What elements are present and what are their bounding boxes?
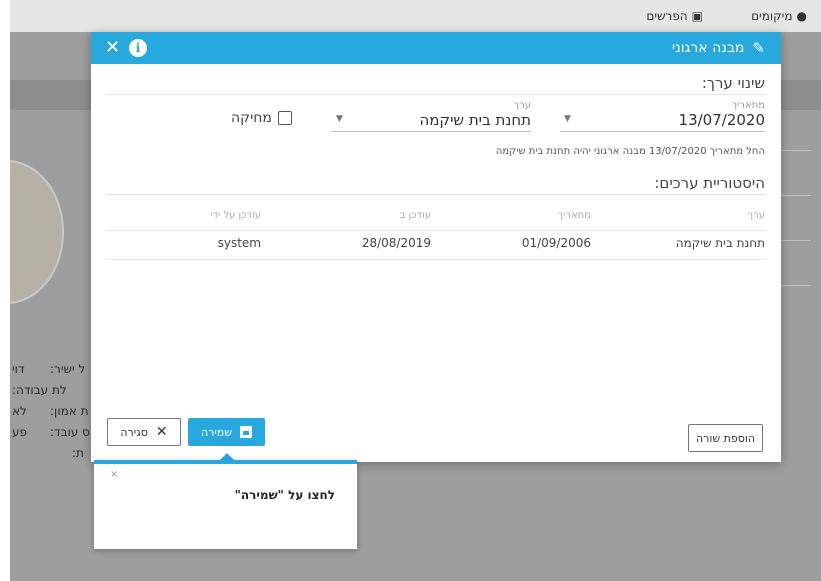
change-value-title: שינוי ערך: — [701, 74, 765, 92]
dialog-title-text: מבנה ארגוני — [672, 40, 745, 56]
popover-text: לחצו על "שמירה" — [234, 488, 335, 502]
chevron-down-icon[interactable]: ▼ — [564, 114, 571, 124]
topbar-link-differences[interactable]: ▣ הפרשים — [646, 9, 703, 23]
background-profile-photo — [10, 160, 64, 304]
value-label: ערך — [513, 100, 531, 111]
from-date-value: 13/07/2020 — [678, 111, 765, 129]
delete-checkbox-group[interactable]: מחיקה — [231, 110, 292, 126]
background-label: פע — [12, 425, 28, 439]
column-header-value: ערך — [747, 210, 765, 221]
divider — [106, 194, 766, 195]
background-label: דוי — [12, 362, 25, 376]
column-header-from-date: מתאריך — [557, 210, 591, 221]
topbar-link-locations[interactable]: ● מיקומים — [751, 9, 807, 23]
delete-checkbox[interactable] — [277, 111, 292, 125]
value-selected: תחנת בית שיקמה — [419, 111, 531, 129]
cell-from-date: 01/09/2006 — [521, 236, 591, 250]
close-icon: ✕ — [155, 424, 168, 440]
top-bar: ● מיקומים ▣ הפרשים — [10, 0, 821, 32]
effective-date-note: החל מתאריך 13/07/2020 מבנה ארגוני יהיה ת… — [495, 146, 765, 157]
org-structure-dialog: ✎ מבנה ארגוני ✕ i שינוי ערך: מתאריך 13/0… — [91, 32, 781, 462]
table-header-divider — [106, 230, 766, 231]
column-header-updated-at: עודכן ב — [399, 210, 431, 221]
save-label: שמירה — [200, 425, 233, 439]
close-button[interactable]: ✕ סגירה — [107, 418, 181, 446]
background-label: לת עבודה: — [12, 383, 67, 397]
add-row-button[interactable]: הוספת שורה — [688, 424, 763, 452]
background-label: ת אמון: — [50, 404, 89, 418]
add-row-label: הוספת שורה — [695, 431, 756, 445]
square-pen-icon: ▣ — [691, 9, 703, 23]
close-label: סגירה — [120, 425, 148, 439]
background-label: ת: — [72, 446, 84, 460]
dialog-header: ✎ מבנה ארגוני ✕ i — [91, 32, 781, 64]
cell-updated-by: system — [217, 236, 261, 250]
from-date-field[interactable]: מתאריך 13/07/2020 — [560, 100, 765, 132]
pencil-icon: ✎ — [752, 39, 765, 57]
chevron-down-icon[interactable]: ▼ — [336, 114, 343, 124]
background-label: וס עובד: — [50, 425, 94, 439]
history-title: היסטוריית ערכים: — [654, 174, 765, 192]
divider — [106, 94, 766, 95]
delete-label: מחיקה — [231, 110, 272, 126]
close-icon[interactable]: ✕ — [105, 37, 120, 58]
info-icon[interactable]: i — [129, 39, 147, 57]
cell-updated-at: 28/08/2019 — [361, 236, 431, 250]
floppy-disk-icon — [240, 426, 253, 438]
background-label: לא — [12, 404, 27, 418]
topbar-link-label: מיקומים — [751, 9, 793, 23]
column-header-updated-by: עודכן על ידי — [210, 210, 261, 221]
field-underline — [331, 131, 531, 132]
topbar-link-label: הפרשים — [646, 9, 688, 23]
from-date-label: מתאריך — [731, 100, 765, 111]
hint-popover: × לחצו על "שמירה" — [94, 460, 357, 549]
cell-value: תחנת בית שיקמה — [675, 236, 765, 250]
field-underline — [560, 131, 765, 132]
background-label: ל ישיר: — [50, 362, 86, 376]
popover-close-icon[interactable]: × — [110, 469, 118, 480]
value-select[interactable]: ערך תחנת בית שיקמה — [331, 100, 531, 132]
dialog-title: ✎ מבנה ארגוני — [672, 39, 765, 57]
table-row-divider — [106, 259, 766, 260]
save-button[interactable]: שמירה — [188, 418, 265, 446]
map-marker-icon: ● — [796, 9, 807, 23]
